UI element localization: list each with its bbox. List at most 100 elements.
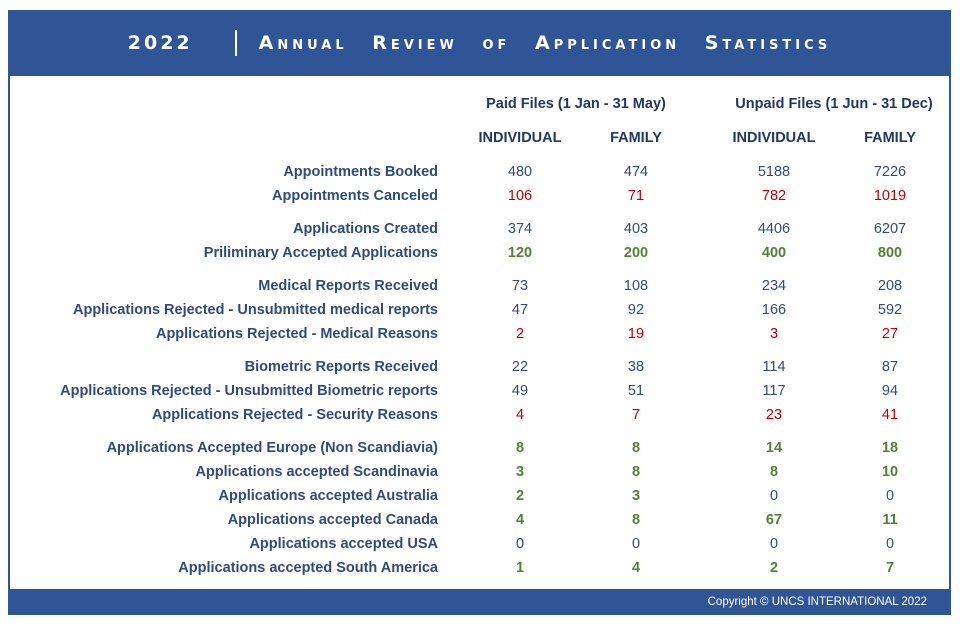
table-cell: 94 (881, 383, 899, 399)
table-cell: 2 (515, 488, 525, 504)
row-label: Applications Rejected - Unsubmitted medi… (73, 302, 438, 318)
row-label: Applications accepted South America (178, 560, 438, 576)
table-cell: 782 (761, 188, 787, 204)
row-label: Applications Rejected - Unsubmitted Biom… (60, 383, 438, 399)
table-cell: 4406 (757, 221, 791, 237)
table-cell: 11 (882, 512, 898, 528)
table-cell: 8 (515, 440, 525, 456)
table-cell: 592 (877, 302, 903, 318)
row-label: Applications Created (292, 221, 438, 237)
table-cell: 208 (877, 278, 903, 294)
table-cell: 8 (631, 512, 641, 528)
group-header-paid: Paid Files (1 Jan - 31 May) (486, 96, 666, 112)
table-cell: 400 (761, 245, 787, 261)
table-row: Biometric Reports Received 22 38 114 87 (10, 359, 949, 381)
table-row: Applications accepted South America 1 4 2 7 (10, 560, 949, 582)
table-cell: 0 (515, 536, 525, 552)
table-row: Applications Rejected - Unsubmitted medi… (10, 302, 949, 324)
table-cell: 67 (765, 512, 783, 528)
group-header-unpaid: Unpaid Files (1 Jun - 31 Dec) (735, 96, 933, 112)
table-cell: 0 (885, 488, 895, 504)
row-label: Biometric Reports Received (244, 359, 438, 375)
statistics-card: 2022 Annual Review of Application Statis… (8, 10, 951, 615)
table-cell: 7 (885, 560, 895, 576)
table-row: Appointments Canceled 106 71 782 1019 (10, 188, 949, 210)
table-row: Medical Reports Received 73 108 234 208 (10, 278, 949, 300)
table-cell: 49 (511, 383, 529, 399)
table-cell: 4 (631, 560, 641, 576)
table-row: Appointments Booked 480 474 5188 7226 (10, 164, 949, 186)
page-title: 2022 Annual Review of Application Statis… (128, 30, 832, 56)
table-cell: 7 (631, 407, 641, 423)
row-label: Applications Accepted Europe (Non Scandi… (106, 440, 438, 456)
column-header-paid-individual: INDIVIDUAL (478, 130, 562, 146)
table-cell: 73 (511, 278, 529, 294)
table-row: Applications accepted USA 0 0 0 0 (10, 536, 949, 558)
table-cell: 106 (507, 188, 533, 204)
table-cell: 117 (762, 383, 786, 399)
table-cell: 5188 (757, 164, 791, 180)
table-row: Applications Rejected - Medical Reasons 2… (10, 326, 949, 348)
table-cell: 474 (623, 164, 649, 180)
row-label: Applications accepted Canada (227, 512, 438, 528)
table-cell: 47 (511, 302, 529, 318)
table-cell: 0 (769, 536, 779, 552)
row-label: Priliminary Accepted Applications (203, 245, 438, 261)
table-cell: 1019 (873, 188, 907, 204)
table-cell: 108 (623, 278, 649, 294)
table-cell: 403 (623, 221, 649, 237)
table-cell: 27 (881, 326, 899, 342)
table-cell: 480 (507, 164, 533, 180)
column-header-paid-family: FAMILY (610, 130, 662, 146)
table-cell: 114 (762, 359, 786, 375)
table-cell: 800 (877, 245, 903, 261)
title-separator (234, 30, 237, 56)
table-cell: 120 (507, 245, 533, 261)
row-label: Applications accepted USA (249, 536, 438, 552)
table-cell: 71 (627, 188, 645, 204)
row-label: Medical Reports Received (258, 278, 438, 294)
table-cell: 3 (631, 488, 641, 504)
table-cell: 23 (765, 407, 783, 423)
table-cell: 166 (761, 302, 787, 318)
table-cell: 8 (769, 464, 779, 480)
title-text: Annual Review of Application Statistics (258, 32, 832, 54)
table-cell: 374 (507, 221, 533, 237)
table-row: Applications Rejected - Security Reasons… (10, 407, 949, 429)
table-cell: 14 (765, 440, 783, 456)
table-cell: 7226 (873, 164, 907, 180)
table-cell: 6207 (873, 221, 907, 237)
table-row: Applications Rejected - Unsubmitted Biom… (10, 383, 949, 405)
table-cell: 200 (623, 245, 649, 261)
table-cell: 4 (515, 512, 525, 528)
header-banner: 2022 Annual Review of Application Statis… (8, 10, 951, 76)
row-label: Applications Rejected - Security Reasons (151, 407, 438, 423)
row-label: Appointments Booked (283, 164, 438, 180)
table-cell: 18 (881, 440, 899, 456)
column-header-unpaid-family: FAMILY (864, 130, 916, 146)
table-row: Applications accepted Canada 4 8 67 11 (10, 512, 949, 534)
table-cell: 3 (769, 326, 779, 342)
table-cell: 19 (627, 326, 645, 342)
table-cell: 10 (881, 464, 899, 480)
table-cell: 87 (881, 359, 899, 375)
table-cell: 3 (515, 464, 525, 480)
row-label: Applications accepted Scandinavia (195, 464, 438, 480)
table-cell: 2 (769, 560, 779, 576)
table-cell: 2 (515, 326, 525, 342)
table-cell: 1 (515, 560, 525, 576)
copyright-text: Copyright © UNCS INTERNATIONAL 2022 (707, 596, 927, 608)
table-cell: 92 (627, 302, 645, 318)
footer-bar: Copyright © UNCS INTERNATIONAL 2022 (8, 589, 951, 615)
table-cell: 0 (885, 536, 895, 552)
table-row: Applications accepted Scandinavia 3 8 8 10 (10, 464, 949, 486)
title-year: 2022 (127, 32, 193, 54)
table-cell: 0 (631, 536, 641, 552)
table-cell: 41 (881, 407, 899, 423)
row-label: Appointments Canceled (272, 188, 438, 204)
table-row: Priliminary Accepted Applications 120 200 4… (10, 245, 949, 267)
row-label: Applications accepted Australia (218, 488, 438, 504)
table-cell: 0 (769, 488, 779, 504)
statistics-table: Paid Files (1 Jan - 31 May) Unpaid Files… (10, 76, 949, 589)
table-cell: 8 (631, 440, 641, 456)
